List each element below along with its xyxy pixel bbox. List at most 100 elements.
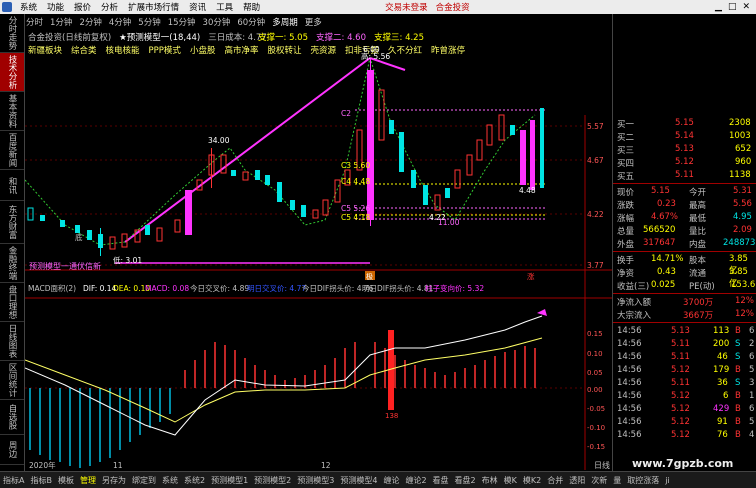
period-60min[interactable]: 60分钟 [237, 16, 265, 29]
bottom-tab-active[interactable]: 管理 [77, 475, 99, 486]
window-controls: ▁ □ ✕ [715, 2, 756, 12]
period-more[interactable]: 更多 [305, 16, 322, 29]
svg-text:MACD: 0.08: MACD: 0.08 [145, 284, 189, 293]
svg-text:34.00: 34.00 [208, 136, 230, 145]
period-1min[interactable]: 1分钟 [50, 16, 72, 29]
period-30min[interactable]: 30分钟 [203, 16, 231, 29]
bottom-tab[interactable]: 看盘 [430, 475, 452, 486]
bottom-tab[interactable]: ji [662, 476, 672, 485]
bottom-tab[interactable]: 量 [610, 475, 624, 486]
menu-extended-market[interactable]: 扩展市场行情 [123, 1, 184, 13]
bottom-tab[interactable]: 看盘2 [452, 475, 479, 486]
macd-header: MACD面积(2) DIF: 0.14 DEA: 0.10 MACD: 0.08… [28, 283, 484, 293]
tick-row: 14:56 5.12 429 B 6 [617, 404, 755, 414]
quote-row: 涨幅 4.67% 最低 4.95 [617, 212, 752, 224]
bottom-tab[interactable]: 另存为 [99, 475, 129, 486]
menu-tools[interactable]: 工具 [211, 1, 238, 13]
bottom-tab[interactable]: 布林 [479, 475, 501, 486]
overlay-box [262, 226, 495, 260]
bottom-tab[interactable]: 预测模型4 [337, 475, 380, 486]
menu-quote[interactable]: 报价 [69, 1, 96, 13]
watermark: www.7gpzb.com [632, 457, 734, 470]
bottom-tab[interactable]: 指标B [27, 475, 55, 486]
login-status[interactable]: 交易未登录 [385, 1, 428, 13]
svg-text:底: 底 [75, 232, 83, 242]
order-book-row[interactable]: 买二 5.14 1003 [617, 131, 755, 143]
bottom-tab[interactable]: 预测模型1 [208, 475, 251, 486]
svg-text:DIF: 0.14: DIF: 0.14 [83, 284, 117, 293]
svg-text:0.05: 0.05 [587, 369, 603, 377]
tab-periphery[interactable]: 周边 [0, 435, 24, 465]
period-intraday[interactable]: 分时 [26, 16, 43, 29]
period-indicator[interactable]: 日线 [594, 460, 610, 471]
bottom-tab[interactable]: 系统2 [181, 475, 208, 486]
tab-intraday[interactable]: 分时走势 [0, 14, 24, 53]
quote-row: 外盘 317647 内盘 248873 [617, 238, 756, 250]
bottom-tab[interactable]: 取控涨落 [624, 475, 662, 486]
bottom-tab[interactable]: 模板 [55, 475, 77, 486]
svg-text:C5 5.26: C5 5.26 [341, 204, 370, 213]
order-book-row[interactable]: 买一 5.15 2308 [617, 118, 755, 130]
bottom-tab[interactable]: 绑定到 [129, 475, 159, 486]
period-multi[interactable]: 多周期 [272, 16, 298, 29]
event-marker-label[interactable]: 涨 [527, 271, 535, 281]
close-icon[interactable]: ✕ [742, 2, 750, 12]
bottom-tab[interactable]: 系统 [159, 475, 181, 486]
bottom-tab[interactable]: 模K2 [520, 475, 544, 486]
svg-text:C5 4.18: C5 4.18 [341, 213, 370, 222]
menu-function[interactable]: 功能 [42, 1, 69, 13]
dif-end-marker [537, 309, 547, 316]
tab-eastmoney[interactable]: 东方财富 [0, 201, 24, 244]
menu-analysis[interactable]: 分析 [96, 1, 123, 13]
period-4min[interactable]: 4分钟 [109, 16, 131, 29]
menu-system[interactable]: 系统 [15, 1, 42, 13]
tab-orderbook[interactable]: 盘口理想 [0, 283, 24, 322]
menu-bar: 系统 功能 报价 分析 扩展市场行情 资讯 工具 帮助 交易未登录 合金投资 ▁… [0, 0, 756, 14]
bottom-tab[interactable]: 缠论 [380, 475, 402, 486]
bottom-tab[interactable]: 缠论2 [402, 475, 429, 486]
tab-baidu-news[interactable]: 百度新闻 [0, 131, 24, 170]
stats-row: 换手 14.71% 股本 3.85亿 [617, 254, 748, 276]
svg-text:0.15: 0.15 [587, 330, 603, 338]
bottom-tab[interactable]: 预测模型2 [251, 475, 294, 486]
bottom-tab[interactable]: 合并 [544, 475, 566, 486]
svg-text:明日交叉价: 4.77: 明日交叉价: 4.77 [247, 283, 306, 293]
tab-daily[interactable]: 日线图表 [0, 322, 24, 361]
price-axis: 5.57 4.67 4.22 3.77 [587, 122, 604, 270]
menu-news[interactable]: 资讯 [184, 1, 211, 13]
svg-text:C3 5.60: C3 5.60 [341, 161, 370, 170]
period-5min[interactable]: 5分钟 [138, 16, 160, 29]
tab-technical[interactable]: 技术分析 [0, 53, 24, 92]
quote-row: 涨跌 0.23 最高 5.56 [617, 199, 752, 211]
order-book-row[interactable]: 买四 5.12 960 [617, 157, 755, 169]
svg-text:12: 12 [321, 461, 331, 470]
period-15min[interactable]: 15分钟 [168, 16, 196, 29]
svg-text:4.67: 4.67 [587, 156, 604, 165]
order-book-row[interactable]: 买三 5.13 652 [617, 144, 755, 156]
tab-range-stats[interactable]: 区间统计 [0, 361, 24, 400]
period-selector: 分时 1分钟 2分钟 4分钟 5分钟 15分钟 30分钟 60分钟 多周期 更多 [26, 16, 322, 29]
svg-text:4.48: 4.48 [519, 186, 536, 195]
svg-text:4.22: 4.22 [587, 210, 604, 219]
maximize-icon[interactable]: □ [728, 2, 737, 12]
bottom-tab[interactable]: 指标A [0, 475, 27, 486]
bottom-tab[interactable]: 模K [501, 475, 520, 486]
bottom-tab[interactable]: 预测模型3 [294, 475, 337, 486]
order-book-row[interactable]: 买五 5.11 1138 [617, 170, 755, 182]
tick-row: 14:56 5.12 179 B 5 [617, 365, 755, 375]
tab-hexun[interactable]: 和讯 [0, 170, 24, 201]
bottom-tab[interactable]: 次新 [588, 475, 610, 486]
tab-watchlist[interactable]: 自选股 [0, 400, 24, 435]
svg-text:-0.15: -0.15 [587, 443, 605, 451]
bottom-tab[interactable]: 透阳 [566, 475, 588, 486]
menu-help[interactable]: 帮助 [238, 1, 265, 13]
tab-terminal[interactable]: 金融终端 [0, 244, 24, 283]
minimize-icon[interactable]: ▁ [715, 2, 722, 12]
tab-fundamentals[interactable]: 基本资料 [0, 92, 24, 131]
chart-area[interactable]: 6.00 高: 5.56 34.00 低: 3.01 4.22 11.00 C2… [25, 30, 612, 470]
svg-text:明日DIF拐头价: 4.81: 明日DIF拐头价: 4.81 [362, 283, 434, 293]
svg-text:2020年: 2020年 [29, 460, 56, 470]
period-2min[interactable]: 2分钟 [79, 16, 101, 29]
tick-row: 14:56 5.12 6 B 1 [617, 391, 755, 401]
svg-text:-0.05: -0.05 [587, 405, 605, 413]
